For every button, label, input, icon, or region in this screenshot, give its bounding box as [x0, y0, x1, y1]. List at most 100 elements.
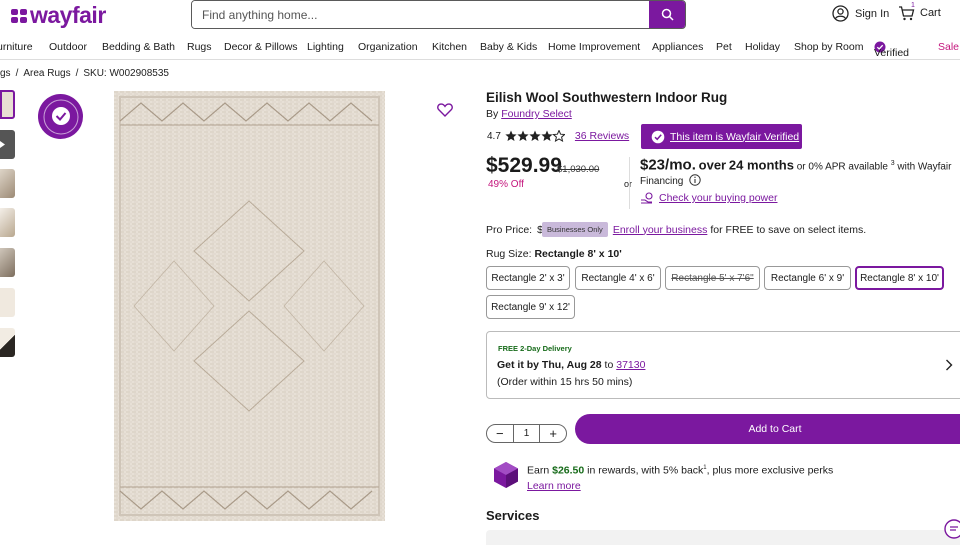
breadcrumb-area-rugs[interactable]: Area Rugs [23, 68, 70, 79]
financing-monthly: $23/mo. [640, 156, 696, 174]
nav-item-shop-by-room[interactable]: Shop by Room [794, 41, 863, 53]
search-icon [661, 8, 674, 21]
increase-quantity-button[interactable]: + [540, 425, 566, 442]
discount-label: 49% Off [488, 179, 524, 190]
size-selected: Rectangle 8' x 10' [534, 248, 622, 260]
cart-link[interactable]: 1 Cart [898, 2, 941, 21]
brand-link[interactable]: Foundry Select [501, 108, 572, 120]
search-input[interactable] [192, 1, 649, 28]
or-separator: or [624, 179, 633, 189]
size-option-2x3[interactable]: Rectangle 2' x 3' [486, 266, 570, 290]
rewards-promo: Earn $26.50 in rewards, with 5% back1, p… [493, 461, 833, 494]
size-option-4x6[interactable]: Rectangle 4' x 6' [575, 266, 661, 290]
nav-item-appliances[interactable]: Appliances [652, 41, 703, 53]
nav-item-outdoor[interactable]: Outdoor [49, 41, 87, 53]
cart-count-badge: 1 [911, 2, 915, 9]
sign-in-link[interactable]: Sign In [832, 5, 889, 22]
nav-item-decor-pillows[interactable]: Decor & Pillows [224, 41, 298, 53]
nav-item-baby-kids[interactable]: Baby & Kids [480, 41, 537, 53]
rewards-cube-icon [494, 462, 518, 488]
nav-item-bedding-bath[interactable]: Bedding & Bath [102, 41, 175, 53]
thumbnail-1[interactable] [0, 90, 15, 119]
rewards-perks: , plus more exclusive perks [706, 464, 834, 477]
check-buying-power[interactable]: Check your buying power [640, 192, 777, 204]
sign-in-label: Sign In [855, 7, 890, 20]
size-label-text: Rug Size: [486, 248, 532, 260]
top-header: wayfair Sign In 1 Cart [0, 0, 960, 35]
hand-coin-icon [641, 192, 653, 204]
byline: By Foundry Select [486, 108, 572, 120]
financing-footnote: 3 [890, 160, 895, 167]
rug-size-label: Rug Size: Rectangle 8' x 10' [486, 248, 622, 260]
size-option-8x10[interactable]: Rectangle 8' x 10' [855, 266, 944, 290]
nav-item-furniture[interactable]: urniture [0, 41, 33, 53]
chevron-right-icon [946, 359, 953, 371]
verified-banner-label: This item is Wayfair Verified [670, 130, 800, 143]
rewards-rest: in rewards, with 5% back [587, 464, 704, 477]
nav-item-kitchen[interactable]: Kitchen [432, 41, 467, 53]
rating-value: 4.7 [487, 130, 501, 142]
rating-stars [505, 130, 565, 142]
financing-available: available [848, 161, 888, 173]
original-price: $1,030.00 [557, 164, 600, 175]
nav-item-rugs[interactable]: Rugs [187, 41, 212, 53]
financing-offer: $23/mo. over 24 months or 0% APR availab… [640, 156, 958, 189]
search-bar [191, 0, 686, 29]
nav-item-pet[interactable]: Pet [716, 41, 732, 53]
financing-apr: 0% APR [808, 161, 846, 173]
businesses-only-tag: Businesses Only [541, 222, 608, 237]
financing-or: or [796, 161, 806, 173]
financing-months: 24 months [728, 157, 794, 173]
rewards-learn-more[interactable]: Learn more [527, 480, 581, 492]
size-option-9x12[interactable]: Rectangle 9' x 12' [486, 295, 575, 319]
verified-check-icon [651, 130, 665, 143]
services-heading: Services [486, 508, 540, 523]
reviews-link[interactable]: 36 Reviews [575, 130, 629, 142]
thumbnail-3[interactable] [0, 169, 15, 198]
services-panel [486, 530, 960, 545]
search-button[interactable] [649, 1, 685, 28]
nav-item-holiday[interactable]: Holiday [745, 41, 780, 53]
favorite-button[interactable] [437, 103, 453, 122]
nav-item-sale[interactable]: Sale [938, 41, 959, 53]
category-nav: urniture Outdoor Bedding & Bath Rugs Dec… [0, 35, 960, 60]
nav-item-verified[interactable]: Verified [874, 41, 909, 59]
wayfair-logo[interactable]: wayfair [10, 2, 106, 29]
thumbnail-4[interactable] [0, 208, 15, 237]
zip-code-link[interactable]: 37130 [616, 359, 645, 371]
chat-button[interactable] [944, 519, 960, 544]
thumbnail-7[interactable] [0, 328, 15, 357]
verified-seal-icon [43, 99, 78, 134]
nav-item-organization[interactable]: Organization [358, 41, 418, 53]
quantity-value[interactable]: 1 [512, 424, 541, 443]
price-divider [629, 157, 630, 209]
financing-over: over [698, 157, 727, 173]
thumbnail-video[interactable] [0, 130, 15, 159]
delivery-card[interactable]: FREE 2-Day Delivery Get it by Thu, Aug 2… [486, 331, 960, 399]
size-option-5x7-6[interactable]: Rectangle 5' x 7'6" [665, 266, 760, 290]
wayfair-verified-badge [38, 94, 83, 139]
rewards-text: Earn $26.50 in rewards, with 5% back1, p… [527, 461, 833, 494]
decrease-quantity-button[interactable]: − [487, 425, 513, 442]
add-to-cart-button[interactable]: Add to Cart [575, 414, 960, 444]
pro-price-row: Pro Price: $ Businesses Only Enroll your… [486, 222, 866, 237]
nav-item-lighting[interactable]: Lighting [307, 41, 344, 53]
enroll-business-link[interactable]: Enroll your business [613, 224, 708, 236]
pro-price-label: Pro Price: [486, 223, 533, 236]
check-buying-power-label: Check your buying power [659, 192, 778, 204]
heart-icon [437, 103, 453, 117]
breadcrumb-rugs[interactable]: gs [0, 68, 11, 79]
sale-price: $529.99 [486, 154, 562, 177]
delivery-date: Get it by Thu, Aug 28 to 37130 [497, 359, 645, 371]
product-main-image[interactable] [114, 91, 385, 521]
wayfair-verified-banner[interactable]: This item is Wayfair Verified [641, 124, 802, 149]
nav-item-home-improvement[interactable]: Home Improvement [548, 41, 640, 53]
product-title: Eilish Wool Southwestern Indoor Rug [486, 90, 728, 105]
thumbnail-5[interactable] [0, 248, 15, 277]
free-delivery-tag: FREE 2-Day Delivery [498, 344, 572, 353]
size-option-6x9[interactable]: Rectangle 6' x 9' [764, 266, 851, 290]
info-icon[interactable] [689, 174, 701, 187]
thumbnail-6[interactable] [0, 288, 15, 317]
enroll-rest: for FREE to save on select items. [710, 223, 867, 236]
delivery-date-text: Get it by Thu, Aug 28 [497, 359, 602, 371]
